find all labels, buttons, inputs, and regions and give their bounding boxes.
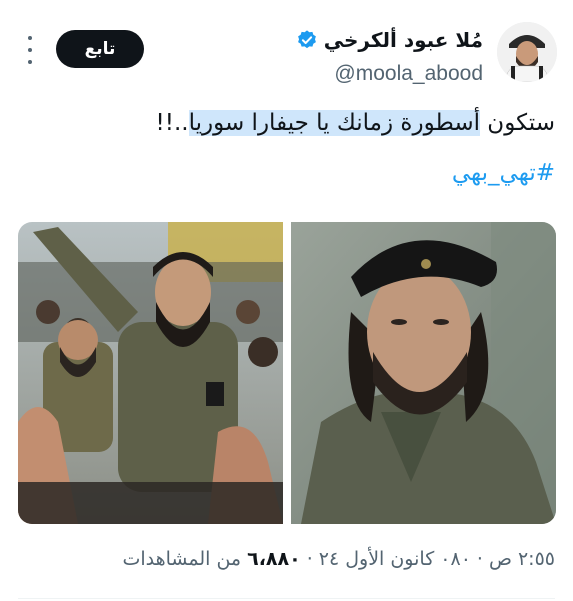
tweet-date[interactable]: ٠٨٠ كانون الأول ٢٤ <box>319 548 471 570</box>
tweet-text-suffix: ..!! <box>155 110 189 136</box>
tweet-card: مُلا عبود ألكرخي @moola_abood تابع ستكون… <box>0 0 573 601</box>
author-handle[interactable]: @moola_abood <box>334 62 483 86</box>
hashtag-link[interactable]: #تهي_بهي <box>452 160 555 186</box>
more-dot <box>28 48 32 52</box>
author-avatar[interactable] <box>497 22 557 82</box>
tweet-text-prefix: ستكون <box>480 110 555 136</box>
right-photo-image <box>291 222 556 524</box>
left-photo[interactable] <box>18 222 283 524</box>
meta-separator: · <box>306 548 313 570</box>
author-display-name[interactable]: مُلا عبود ألكرخي <box>324 28 483 52</box>
tweet-text: ستكون أسطورة زمانك يا جيفارا سوريا..!! <box>156 106 555 140</box>
views-label: من المشاهدات <box>122 548 242 570</box>
follow-button[interactable]: تابع <box>56 30 144 68</box>
right-photo[interactable] <box>291 222 556 524</box>
more-dot <box>28 60 32 64</box>
verified-badge-icon <box>297 30 316 49</box>
author-name-row[interactable]: مُلا عبود ألكرخي <box>296 28 483 52</box>
more-dot <box>28 36 32 40</box>
meta-separator: · <box>476 548 483 570</box>
tweet-time[interactable]: ٢:٥٥ ص <box>489 548 555 570</box>
media-grid <box>18 222 556 524</box>
left-photo-image <box>18 222 283 524</box>
tweet-meta: ٢:٥٥ ص · ٠٨٠ كانون الأول ٢٤ · ٦،٨٨٠ من ا… <box>122 548 555 570</box>
avatar-image <box>497 22 557 82</box>
views-count: ٦،٨٨٠ <box>247 548 301 570</box>
tweet-text-highlighted: أسطورة زمانك يا جيفارا سوريا <box>188 110 480 136</box>
divider <box>18 598 555 599</box>
more-vertical-icon[interactable] <box>24 36 36 64</box>
